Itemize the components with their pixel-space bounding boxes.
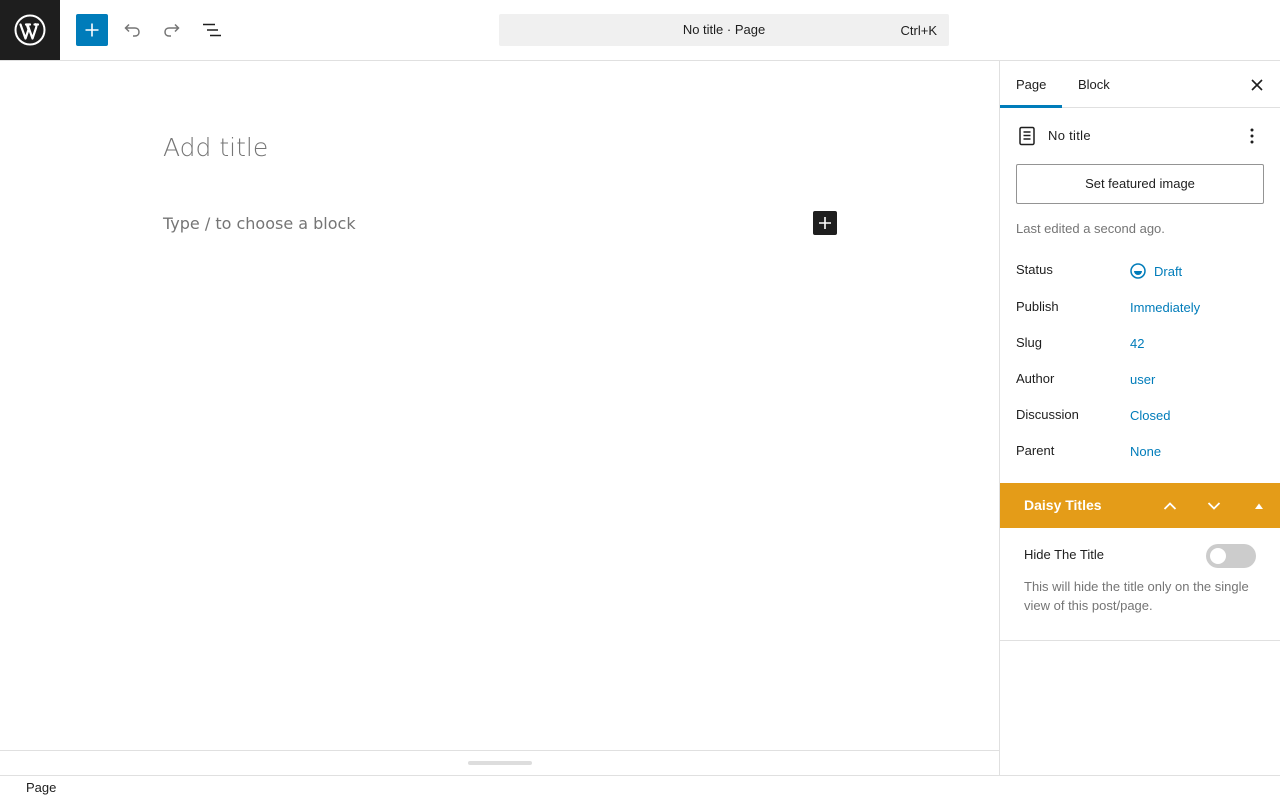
- chevron-up-icon: [1163, 502, 1177, 510]
- redo-icon: [164, 23, 180, 37]
- document-title-label: No title: [1048, 128, 1091, 143]
- keyboard-shortcut: Ctrl+K: [900, 23, 937, 38]
- plus-icon: [819, 217, 831, 229]
- hide-title-label: Hide The Title: [1024, 547, 1104, 562]
- settings-sidebar: Page Block No title Set featured image L…: [999, 61, 1280, 775]
- meta-label: Parent: [1016, 443, 1055, 458]
- draft-status-icon: [1130, 263, 1146, 279]
- collapse-panel-button[interactable]: [1249, 494, 1269, 518]
- meta-label: Author: [1016, 371, 1055, 386]
- tab-page[interactable]: Page: [1000, 61, 1062, 108]
- block-inserter-toggle[interactable]: [76, 14, 108, 46]
- status-toggle[interactable]: Draft: [1130, 263, 1182, 279]
- meta-label: Status: [1016, 262, 1053, 277]
- canvas-resize-bar: [0, 750, 999, 775]
- sidebar-tabs: Page Block: [1000, 61, 1280, 108]
- move-panel-up-button[interactable]: [1158, 494, 1182, 518]
- more-vertical-icon: [1250, 128, 1254, 144]
- meta-label: Slug: [1016, 335, 1043, 350]
- chevron-down-icon: [1207, 502, 1221, 510]
- daisy-titles-panel: Daisy Titles Hide The Title This will hi…: [1000, 483, 1280, 641]
- default-block-appender[interactable]: Type / to choose a block: [163, 214, 356, 233]
- close-sidebar-button[interactable]: [1245, 73, 1269, 97]
- wordpress-icon: [14, 14, 46, 46]
- toggle-knob: [1210, 548, 1226, 564]
- caret-up-icon: [1255, 503, 1263, 509]
- more-actions-button[interactable]: [1240, 124, 1264, 148]
- page-icon: [1019, 126, 1035, 146]
- hide-title-toggle[interactable]: [1206, 544, 1256, 568]
- post-title-input[interactable]: Add title: [163, 133, 268, 162]
- panel-title: Daisy Titles: [1024, 497, 1102, 513]
- resize-handle[interactable]: [468, 761, 532, 765]
- inline-block-inserter[interactable]: [813, 211, 837, 235]
- author-toggle[interactable]: user: [1130, 372, 1155, 387]
- last-edited-text: Last edited a second ago.: [1016, 221, 1165, 236]
- list-view-icon: [203, 23, 221, 37]
- move-panel-down-button[interactable]: [1202, 494, 1226, 518]
- editor-footer: Page: [0, 775, 1280, 800]
- discussion-toggle[interactable]: Closed: [1130, 408, 1170, 423]
- meta-label: Publish: [1016, 299, 1059, 314]
- parent-toggle[interactable]: None: [1130, 444, 1161, 459]
- breadcrumb[interactable]: Page: [26, 780, 56, 795]
- document-title: No title · Page: [682, 22, 766, 37]
- command-palette-button[interactable]: No title · Page Ctrl+K: [499, 14, 949, 46]
- undo-button[interactable]: [116, 14, 148, 46]
- redo-button[interactable]: [156, 14, 188, 46]
- set-featured-image-button[interactable]: Set featured image: [1016, 164, 1264, 204]
- daisy-titles-header[interactable]: Daisy Titles: [1000, 483, 1280, 528]
- wordpress-logo-button[interactable]: [0, 0, 60, 60]
- editor-header: No title · Page Ctrl+K: [0, 0, 1280, 61]
- publish-date-toggle[interactable]: Immediately: [1130, 300, 1200, 315]
- tab-block[interactable]: Block: [1062, 61, 1126, 108]
- document-overview-button[interactable]: [196, 14, 228, 46]
- meta-label: Discussion: [1016, 407, 1079, 422]
- status-value: Draft: [1154, 263, 1183, 279]
- undo-icon: [124, 23, 140, 37]
- plus-icon: [85, 23, 99, 37]
- close-icon: [1251, 79, 1263, 91]
- slug-toggle[interactable]: 42: [1130, 336, 1144, 351]
- hide-title-help-text: This will hide the title only on the sin…: [1024, 579, 1249, 613]
- editor-canvas: Add title Type / to choose a block: [0, 61, 999, 750]
